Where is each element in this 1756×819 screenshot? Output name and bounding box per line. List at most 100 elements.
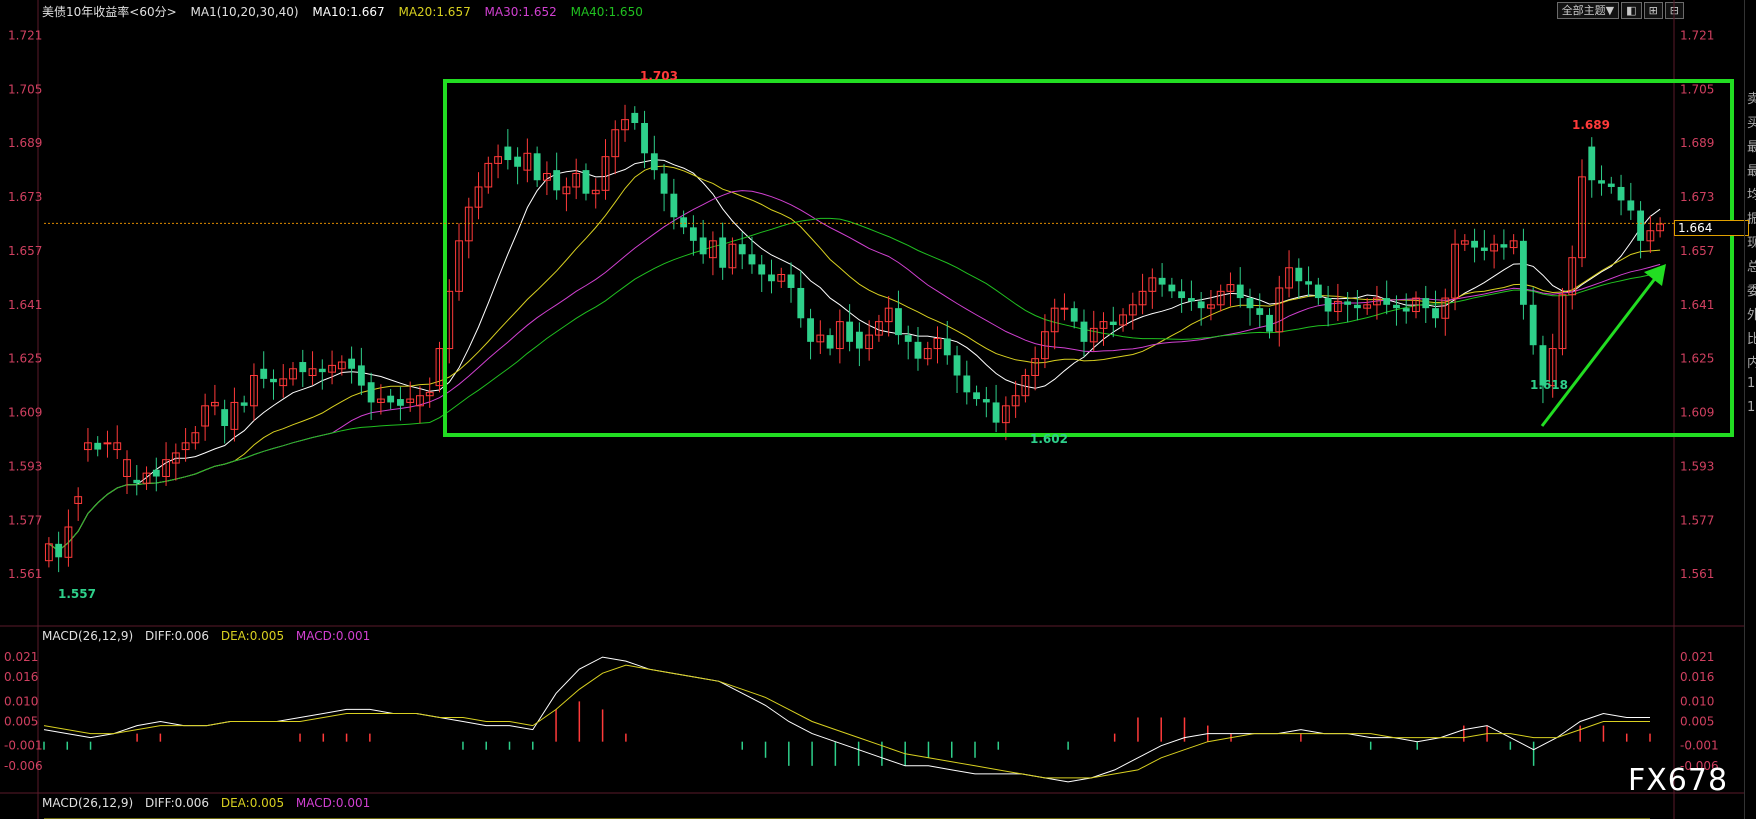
y-tick-left: 1.689 [8,136,42,150]
extreme-label: 1.703 [640,69,678,83]
y-tick-right: 1.625 [1680,352,1714,366]
extreme-label: 1.689 [1572,118,1610,132]
candle-body [797,287,805,319]
sidebar-char: 12 [1747,400,1756,415]
y-tick-right: 1.673 [1680,190,1714,204]
candle-body [1344,301,1352,305]
candle-body [299,362,307,373]
y-tick-left: 1.657 [8,244,42,258]
sidebar-char: 最 [1747,164,1756,179]
candle-body [1500,244,1508,248]
sidebar-char: 均 [1747,188,1756,203]
macd-tick-left: -0.001 [4,739,43,753]
macd-tick-right: -0.001 [1680,739,1719,753]
candle-body [1187,298,1195,302]
y-tick-left: 1.721 [8,28,42,42]
sidebar-char: 总 [1747,260,1756,275]
candle-body [1178,291,1186,299]
candle-body [1266,314,1273,332]
ma40-line [48,217,1661,552]
sidebar-char: 卖 [1747,92,1756,107]
candle-body [1480,247,1488,251]
macd-tick-right: 0.016 [1680,670,1714,684]
y-tick-left: 1.705 [8,82,42,96]
macd-tick-right: 0.010 [1680,694,1714,708]
y-tick-left: 1.577 [8,513,42,527]
candle-body [240,402,248,406]
candle-body [318,368,326,373]
current-price-label: 1.664 [1674,220,1749,236]
candle-body [914,341,922,359]
candle-body [855,331,863,349]
candle-body [533,153,541,181]
y-tick-right: 1.561 [1680,567,1714,581]
macd-tick-left: 0.005 [4,715,38,729]
candle-body [1402,308,1410,312]
candle-body [1529,304,1537,346]
candle-body [1314,284,1322,299]
extreme-label: 1.618 [1530,378,1568,392]
candle-body [1607,183,1615,187]
candle-body [1080,321,1088,342]
watermark-logo: FX678 [1628,763,1729,798]
candle-body [1256,308,1264,315]
candle-body [152,469,160,477]
y-tick-right: 1.657 [1680,244,1714,258]
candle-body [826,335,834,349]
candle-body [582,170,590,194]
candle-body [758,264,766,275]
candle-body [943,338,951,356]
sidebar-char: 12 [1747,376,1756,391]
candle-body [670,193,678,218]
candle-body [397,399,404,406]
sidebar-char: 比 [1747,332,1756,347]
candle-body [650,153,658,171]
candle-body [748,254,756,265]
candle-body [1422,298,1430,309]
sidebar-char: 内 [1747,356,1756,371]
candle-body [1305,281,1312,285]
candle-body [1637,210,1645,241]
candle-body [221,409,229,426]
candle-body [631,112,639,123]
candle-body [1070,308,1078,322]
extreme-label: 1.602 [1030,432,1068,446]
y-tick-right: 1.593 [1680,459,1714,473]
macd-tick-right: 0.005 [1680,715,1714,729]
y-tick-left: 1.625 [8,352,42,366]
candle-body [504,146,512,161]
macd-tick-left: 0.021 [4,650,38,664]
candle-body [641,123,648,154]
macd-tick-right: 0.021 [1680,650,1714,664]
sidebar-char: 现 [1747,236,1756,251]
candle-body [55,543,63,558]
candle-body [982,399,990,403]
ma10-line [48,159,1661,552]
y-tick-right: 1.721 [1680,28,1714,42]
candle-body [133,479,141,484]
candle-body [1168,284,1176,292]
candle-body [1432,308,1439,319]
sidebar-char: 委 [1747,284,1756,299]
candle-body [1324,298,1332,312]
candle-body [699,237,707,255]
candle-body [1060,307,1069,310]
candle-body [1617,186,1625,201]
candle-body [660,173,668,194]
candle-body [260,368,268,379]
candle-body [94,442,102,450]
candle-body [689,227,697,241]
candle-body [348,358,356,369]
sidebar-char: 买 [1747,116,1756,131]
candle-body [904,335,912,342]
macd-tick-left: 0.010 [4,694,38,708]
candle-body [738,244,746,255]
candle-body [895,308,902,336]
ma30-line [48,190,1661,552]
candle-body [719,237,727,268]
chart-canvas[interactable]: 1.721 1.721 1.705 1.705 1.689 1.689 1.673 1.673… [0,0,1744,819]
y-tick-left: 1.593 [8,459,42,473]
sidebar-char: 外 [1747,308,1756,323]
y-tick-right: 1.705 [1680,82,1714,96]
candle-body [103,442,112,445]
